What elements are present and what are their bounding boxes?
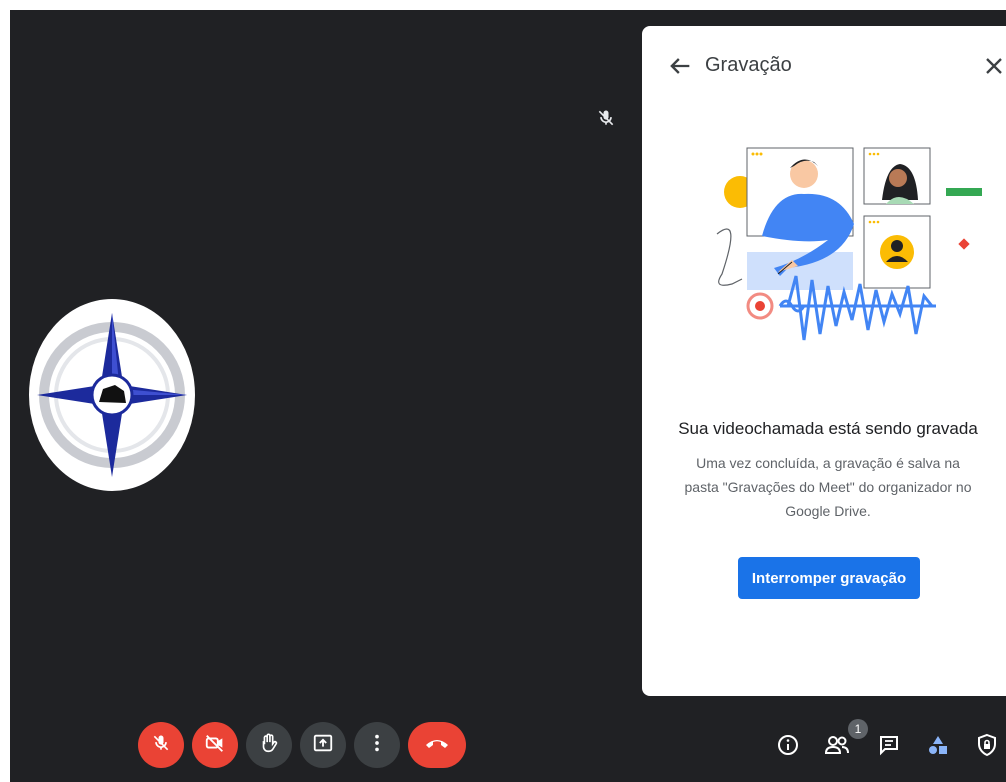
participant-mic-off-icon <box>596 108 616 128</box>
end-call-icon <box>424 733 450 758</box>
recording-description: Uma vez concluída, a gravação é salva na… <box>684 455 972 519</box>
present-screen-button[interactable] <box>300 722 346 768</box>
present-screen-icon <box>312 732 334 759</box>
host-controls-button[interactable] <box>972 732 1002 762</box>
mic-off-icon <box>151 733 171 758</box>
people-button[interactable] <box>822 732 852 762</box>
panel-header: Gravação <box>642 48 1006 84</box>
chat-button[interactable] <box>874 732 904 762</box>
meeting-info-button[interactable] <box>773 732 803 762</box>
host-controls-icon <box>975 733 999 762</box>
camera-toggle-button[interactable] <box>192 722 238 768</box>
close-icon[interactable] <box>980 52 1006 80</box>
recording-headline: Sua videochamada está sendo gravada <box>678 419 978 438</box>
people-icon <box>824 733 850 762</box>
panel-title: Gravação <box>705 54 792 76</box>
more-options-icon <box>366 732 388 759</box>
stop-recording-button[interactable]: Interromper gravação <box>738 557 920 599</box>
camera-off-icon <box>204 732 226 759</box>
recording-panel: Gravação Sua videochamada está sendo gra… <box>642 26 1006 696</box>
participant-avatar <box>29 299 195 491</box>
activities-button[interactable] <box>923 732 953 762</box>
raise-hand-button[interactable] <box>246 722 292 768</box>
recording-illustration <box>682 144 982 354</box>
end-call-button[interactable] <box>408 722 466 768</box>
meeting-stage: Gravação Sua videochamada está sendo gra… <box>10 10 1006 782</box>
back-arrow-icon[interactable] <box>666 52 694 80</box>
mic-toggle-button[interactable] <box>138 722 184 768</box>
participant-count-badge: 1 <box>848 719 868 739</box>
activities-icon <box>926 733 950 762</box>
info-icon <box>776 733 800 762</box>
more-options-button[interactable] <box>354 722 400 768</box>
chat-icon <box>877 733 901 762</box>
raise-hand-icon <box>258 732 280 759</box>
